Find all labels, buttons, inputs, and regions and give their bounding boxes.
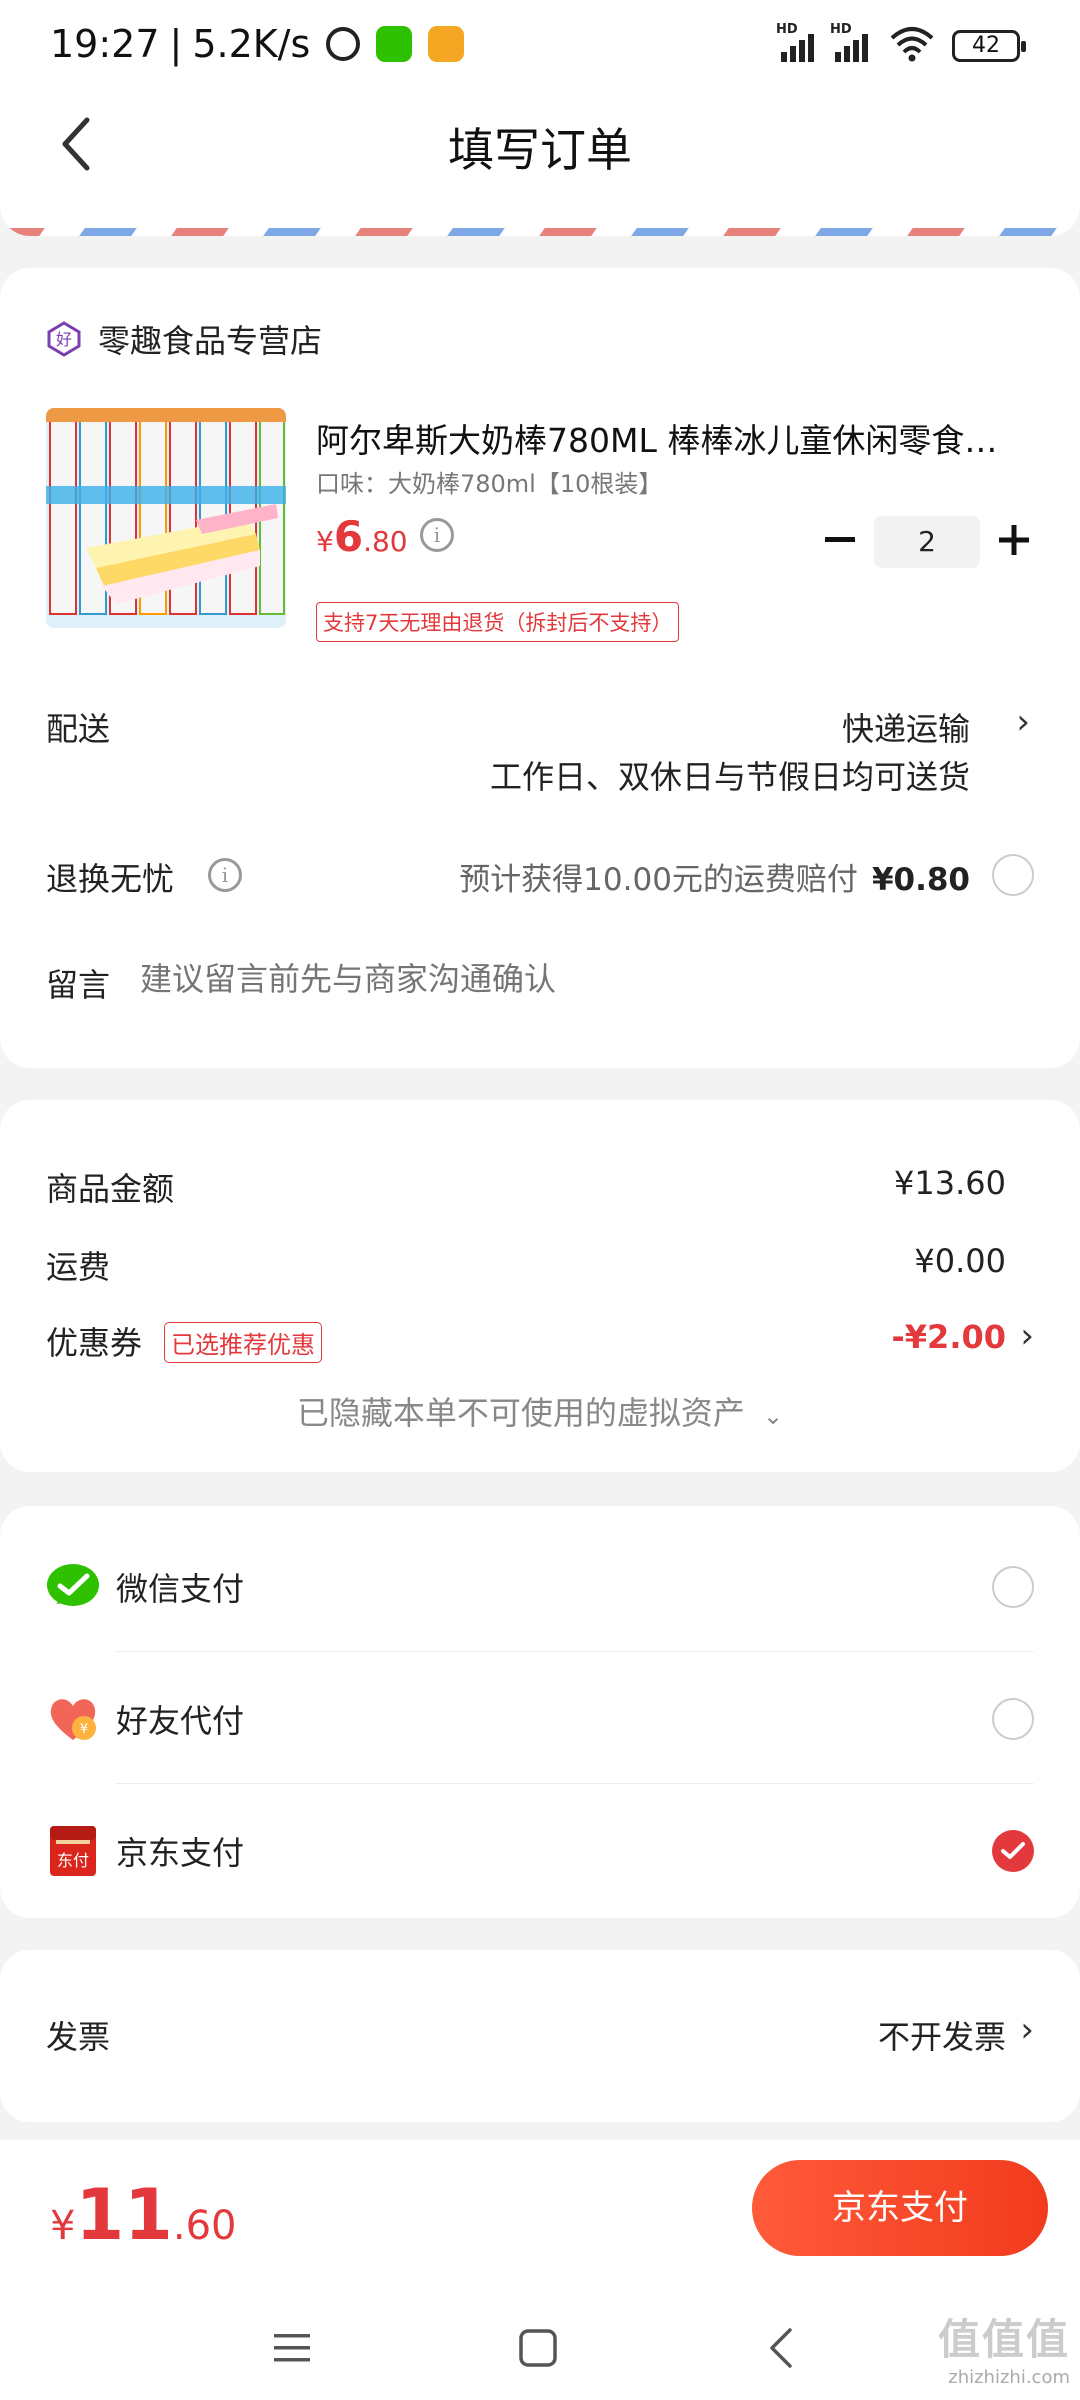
jd-pay-radio-checked[interactable]: [992, 1830, 1034, 1872]
payment-label: 好友代付: [116, 1702, 245, 1740]
total-price: ¥ 11 .60: [50, 2174, 237, 2256]
price-integer: 6: [333, 512, 364, 561]
total-integer: 11: [75, 2174, 173, 2256]
goods-amount-value: ¥13.60: [894, 1164, 1006, 1202]
wifi-icon: [890, 27, 934, 62]
payment-label: 微信支付: [116, 1570, 245, 1608]
invoice-label: 发票: [46, 2018, 111, 2056]
product-price: ¥ 6 .80: [316, 512, 408, 561]
status-left: 19:27 | 5.2K/s: [50, 22, 465, 66]
system-nav-bar: [0, 2290, 1080, 2400]
jd-pay-icon: 东付: [50, 1826, 96, 1876]
gallery-notification-icon: [428, 26, 465, 62]
invoice-value: 不开发票: [877, 2018, 1006, 2056]
amount-summary-card: 商品金额 ¥13.60 运费 ¥0.00 优惠券 已选推荐优惠 -¥2.00 ›…: [0, 1100, 1080, 1472]
friend-pay-icon: ¥: [50, 1699, 96, 1740]
product-image[interactable]: [46, 408, 286, 628]
insurance-description: 预计获得10.00元的运费赔付 ¥0.80: [459, 854, 970, 899]
checkout-bar: ¥ 11 .60 京东支付 值值值 zhizhizhi.com: [0, 2140, 1080, 2400]
order-item-card: 好 零趣食品专营店 阿尔卑斯大奶棒780ML 棒棒冰儿童休闲零食… 口味：大奶棒…: [0, 268, 1080, 1068]
invoice-card[interactable]: 发票 不开发票 ›: [0, 1950, 1080, 2122]
watermark: 值值值 zhizhizhi.com: [938, 2306, 1070, 2388]
coupon-chevron-icon[interactable]: ›: [1020, 1316, 1034, 1356]
insurance-text: 预计获得10.00元的运费赔付: [459, 862, 858, 898]
price-currency: ¥: [316, 525, 334, 558]
coupon-label: 优惠券: [46, 1324, 143, 1362]
plus-icon: [999, 525, 1029, 555]
wechat-pay-radio[interactable]: [992, 1566, 1034, 1608]
payment-option-friend[interactable]: ¥ 好友代付: [0, 1652, 1080, 1784]
note-label: 留言: [46, 966, 111, 1004]
return-policy-tag: 支持7天无理由退货（拆封后不支持）: [316, 602, 680, 642]
friend-pay-radio[interactable]: [992, 1698, 1034, 1740]
invoice-chevron-icon[interactable]: ›: [1020, 2010, 1034, 2050]
quantity-value[interactable]: 2: [874, 516, 980, 568]
checkmark-icon: [1001, 1842, 1025, 1859]
store-badge-icon: 好: [47, 321, 81, 357]
coupon-value[interactable]: -¥2.00: [892, 1318, 1007, 1356]
signal-2-icon: HD: [830, 22, 868, 62]
price-info-icon[interactable]: i: [420, 518, 454, 552]
delivery-label: 配送: [46, 710, 111, 748]
goods-amount-label: 商品金额: [46, 1170, 175, 1208]
shipping-label: 运费: [46, 1248, 111, 1286]
payment-method-card: 微信支付 ¥ 好友代付 东付 京东支付: [0, 1506, 1080, 1918]
status-right: HD HD 42: [760, 22, 1026, 62]
coupon-tag: 已选推荐优惠: [164, 1322, 322, 1363]
home-icon[interactable]: [516, 2326, 560, 2370]
network-speed: 5.2K/s: [192, 22, 311, 66]
page-title: 填写订单: [448, 123, 632, 177]
battery-icon: 42: [952, 30, 1026, 62]
back-nav-icon[interactable]: [760, 2326, 804, 2370]
submit-payment-button[interactable]: 京东支付: [752, 2160, 1048, 2256]
airmail-stripes: [0, 228, 1080, 236]
ice-stick-pack-image: [46, 408, 286, 628]
wechat-notification-icon: [376, 26, 413, 62]
delivery-chevron-icon[interactable]: ›: [1016, 702, 1030, 742]
total-currency: ¥: [50, 2203, 76, 2249]
quantity-decrease-button[interactable]: [820, 520, 860, 560]
watermark-logo: 值值值: [937, 2315, 1070, 2364]
insurance-label: 退换无忧: [46, 860, 175, 898]
hidden-assets-toggle[interactable]: 已隐藏本单不可使用的虚拟资产 ⌄: [0, 1388, 1080, 1434]
hidden-assets-text: 已隐藏本单不可使用的虚拟资产: [296, 1394, 745, 1432]
delivery-method[interactable]: 快递运输: [842, 704, 970, 750]
svg-text:好: 好: [56, 330, 72, 349]
status-separator: |: [169, 22, 183, 66]
wechat-pay-icon: [47, 1564, 99, 1606]
payment-label: 京东支付: [116, 1834, 245, 1872]
payment-option-jd[interactable]: 东付 京东支付: [0, 1784, 1080, 1916]
header: 填写订单: [0, 92, 1080, 200]
svg-text:¥: ¥: [80, 1722, 88, 1737]
status-bar: 19:27 | 5.2K/s HD HD 42: [0, 0, 1080, 92]
price-decimal: .80: [363, 525, 408, 558]
store-row[interactable]: 好 零趣食品专营店: [46, 316, 322, 362]
quantity-increase-button[interactable]: [994, 518, 1034, 562]
svg-text:东付: 东付: [57, 1851, 89, 1870]
alarm-icon: [326, 27, 361, 61]
status-time: 19:27: [50, 22, 160, 66]
delivery-note: 工作日、双休日与节假日均可送货: [489, 758, 970, 796]
product-spec: 口味：大奶棒780ml【10根装】: [316, 470, 663, 498]
shipping-value: ¥0.00: [914, 1242, 1006, 1280]
insurance-radio[interactable]: [992, 854, 1034, 896]
note-input[interactable]: [140, 960, 1020, 998]
minus-icon: [825, 537, 855, 542]
store-name: 零趣食品专营店: [98, 322, 323, 360]
total-decimal: .60: [172, 2203, 237, 2249]
watermark-url: zhizhizhi.com: [948, 2367, 1070, 2388]
product-title[interactable]: 阿尔卑斯大奶棒780ML 棒棒冰儿童休闲零食…: [316, 414, 1016, 462]
insurance-price: ¥0.80: [871, 862, 970, 898]
payment-option-wechat[interactable]: 微信支付: [0, 1520, 1080, 1652]
insurance-info-icon[interactable]: i: [208, 858, 242, 892]
chevron-down-icon: ⌄: [763, 1402, 784, 1430]
signal-icon: HD: [776, 22, 814, 62]
address-airmail-border: [0, 200, 1080, 236]
menu-icon[interactable]: [270, 2326, 314, 2370]
